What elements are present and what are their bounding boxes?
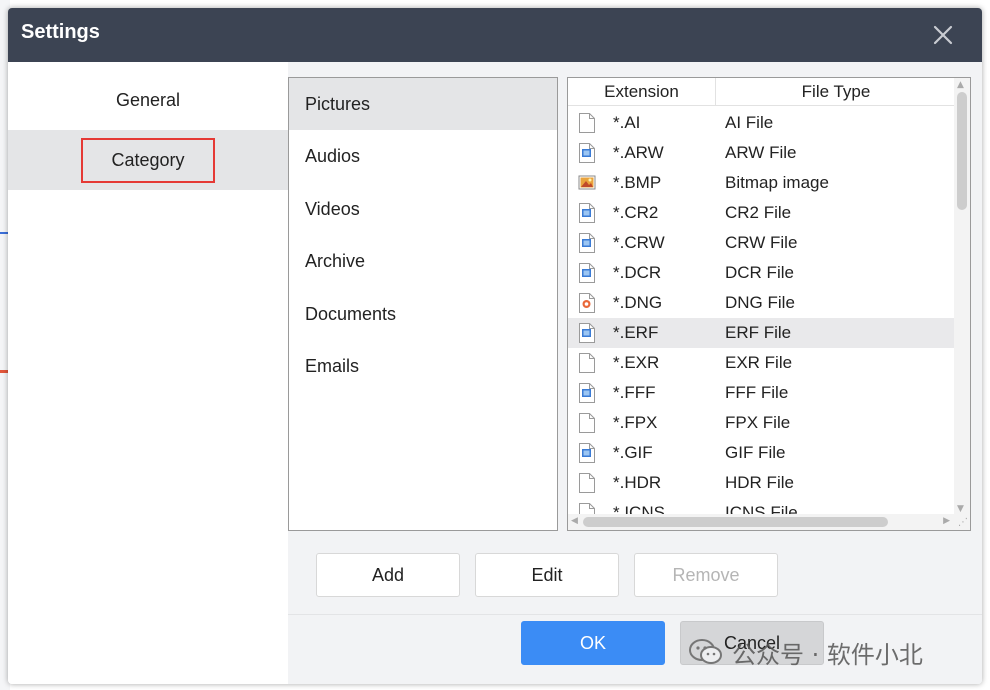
watermark: 公众号 · 软件小北 [688, 632, 923, 672]
extension-cell: *.CR2 [613, 203, 659, 222]
blank-file-icon [578, 353, 596, 373]
table-row[interactable]: *.BMP Bitmap image [568, 168, 954, 198]
title-bar: Settings [8, 8, 982, 62]
extension-cell: *.AI [613, 113, 641, 132]
add-button[interactable]: Add [316, 553, 460, 597]
table-row[interactable]: *.CRW CRW File [568, 228, 954, 258]
bitmap-icon [578, 173, 596, 193]
column-header-extension[interactable]: Extension [568, 78, 716, 106]
extension-cell: *.HDR [613, 473, 662, 492]
category-list: Pictures Audios Videos Archive Documents… [288, 77, 558, 531]
category-panel: Pictures Audios Videos Archive Documents… [288, 62, 982, 684]
scroll-up-icon[interactable]: ▲ [957, 80, 964, 90]
image-file-icon [578, 263, 596, 283]
category-item-archive[interactable]: Archive [289, 235, 557, 287]
nav-item-category[interactable]: Category [8, 130, 288, 190]
background-accent-bar [0, 232, 8, 234]
extension-cell: *.FFF [613, 383, 656, 402]
blank-file-icon [578, 413, 596, 433]
nav-item-label: Category [81, 137, 215, 183]
ok-button[interactable]: OK [521, 621, 665, 665]
extension-cell: *.FPX [613, 413, 658, 432]
table-row[interactable]: *.DNG DNG File [568, 288, 954, 318]
image-file-icon [578, 323, 596, 343]
table-row[interactable]: *.DCR DCR File [568, 258, 954, 288]
category-item-videos[interactable]: Videos [289, 183, 557, 235]
vertical-scrollbar[interactable]: ▲ ▼ [954, 78, 970, 516]
table-row[interactable]: *.CR2 CR2 File [568, 198, 954, 228]
extension-cell: *.DCR [613, 263, 662, 282]
resize-grip-icon[interactable]: ⋰ [958, 517, 968, 528]
blank-file-icon [578, 473, 596, 493]
scroll-thumb[interactable] [957, 92, 967, 210]
settings-dialog: Settings General Category Pictures Audio… [8, 8, 982, 684]
file-type-cell: EXR File [725, 353, 793, 372]
table-row[interactable]: *.ERF ERF File [568, 318, 954, 348]
dialog-title: Settings [21, 21, 100, 43]
extension-cell: *.GIF [613, 443, 653, 462]
nav-item-general[interactable]: General [8, 70, 288, 130]
image-file-icon [578, 203, 596, 223]
image-file-icon [578, 233, 596, 253]
table-row[interactable]: *.FPX FPX File [568, 408, 954, 438]
table-row[interactable]: *.ARW ARW File [568, 138, 954, 168]
table-body: *.AI AI File *.ARW ARW File *.BMP Bitmap imag… [568, 108, 954, 516]
image-file-icon [578, 443, 596, 463]
column-header-file-type[interactable]: File Type [718, 78, 954, 106]
table-row[interactable]: *.HDR HDR File [568, 468, 954, 498]
image-file-icon [578, 383, 596, 403]
table-row[interactable]: *.FFF FFF File [568, 378, 954, 408]
file-type-cell: CRW File [725, 233, 798, 252]
file-type-cell: FFF File [725, 383, 789, 402]
category-item-documents[interactable]: Documents [289, 288, 557, 340]
file-type-cell: ERF File [725, 323, 792, 342]
wechat-icon [689, 639, 722, 664]
background-accent-bar [0, 370, 8, 373]
blank-file-icon [578, 113, 596, 133]
file-type-cell: AI File [725, 113, 774, 132]
close-icon [933, 25, 953, 45]
file-type-cell: ARW File [725, 143, 797, 162]
extension-cell: *.EXR [613, 353, 660, 372]
scroll-right-icon[interactable]: ▶ [943, 516, 950, 526]
file-type-cell: Bitmap image [725, 173, 829, 192]
horizontal-scrollbar[interactable]: ◀ ▶ ⋰ [568, 514, 970, 530]
file-type-cell: GIF File [725, 443, 786, 462]
image-file-icon [578, 143, 596, 163]
category-item-audios[interactable]: Audios [289, 130, 557, 182]
file-type-cell: CR2 File [725, 203, 792, 222]
file-type-cell: DNG File [725, 293, 795, 312]
scroll-thumb[interactable] [583, 517, 888, 527]
file-type-cell: DCR File [725, 263, 794, 282]
extension-cell: *.BMP [613, 173, 662, 192]
scroll-down-icon[interactable]: ▼ [957, 504, 964, 514]
settings-nav: General Category [8, 62, 288, 684]
dng-file-icon [578, 293, 596, 313]
table-header: Extension File Type [568, 78, 954, 106]
extension-table: Extension File Type *.AI AI File *.ARW ARW … [567, 77, 971, 531]
close-button[interactable] [930, 22, 956, 48]
extension-cell: *.CRW [613, 233, 665, 252]
remove-button[interactable]: Remove [634, 553, 778, 597]
category-item-emails[interactable]: Emails [289, 340, 557, 392]
nav-item-label: General [115, 89, 181, 110]
extension-cell: *.DNG [613, 293, 663, 312]
table-row[interactable]: *.GIF GIF File [568, 438, 954, 468]
extension-cell: *.ERF [613, 323, 659, 342]
extension-cell: *.ARW [613, 143, 664, 162]
scroll-left-icon[interactable]: ◀ [571, 516, 578, 526]
watermark-text: 公众号 · 软件小北 [732, 640, 923, 669]
table-row[interactable]: *.EXR EXR File [568, 348, 954, 378]
category-item-pictures[interactable]: Pictures [289, 78, 557, 130]
table-row[interactable]: *.AI AI File [568, 108, 954, 138]
file-type-cell: HDR File [725, 473, 794, 492]
edit-button[interactable]: Edit [475, 553, 619, 597]
file-type-cell: FPX File [725, 413, 791, 432]
